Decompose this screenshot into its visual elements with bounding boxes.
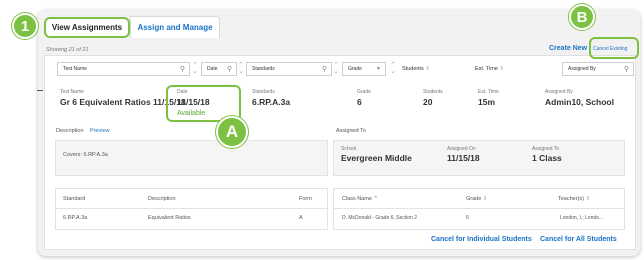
description-column-header: Description bbox=[148, 196, 176, 202]
tab-assign-and-manage[interactable]: Assign and Manage bbox=[130, 16, 220, 38]
students-label: Students bbox=[423, 89, 443, 95]
form-column-header: Form bbox=[299, 196, 312, 202]
sort-icon[interactable]: ⇕ bbox=[483, 196, 488, 202]
grade-label: Grade bbox=[357, 89, 371, 95]
class-name-column-header[interactable]: Class Name ⌃ bbox=[342, 196, 378, 202]
students-value: 20 bbox=[423, 97, 433, 107]
standards-label: Standards bbox=[252, 89, 275, 95]
create-new-link[interactable]: Create New bbox=[549, 45, 587, 52]
teachers-column-header[interactable]: Teacher(s) ⇕ bbox=[558, 196, 590, 202]
sort-icon[interactable]: ⇕ bbox=[586, 196, 591, 202]
search-icon[interactable]: ⚲ bbox=[227, 65, 232, 73]
grade-value: 6 bbox=[357, 97, 362, 107]
students-header-label: Students bbox=[402, 66, 424, 72]
assigned-by-value: Admin10, School bbox=[545, 97, 614, 107]
assigned-on-value: 11/15/18 bbox=[447, 153, 480, 163]
teachers-column-label: Teacher(s) bbox=[558, 196, 584, 202]
covers-text: Covers: 6.RP.A.3a bbox=[63, 152, 108, 158]
search-icon[interactable]: ⚲ bbox=[624, 65, 629, 73]
grade-cell: 6 bbox=[466, 215, 469, 221]
school-label: School bbox=[341, 146, 357, 152]
grade-filter[interactable]: Grade ▼ bbox=[342, 62, 386, 76]
est-time-label: Est. Time bbox=[478, 89, 499, 95]
assigned-to-label: Assigned To bbox=[532, 146, 560, 152]
search-icon[interactable]: ⚲ bbox=[322, 65, 327, 73]
standard-column-header: Standard bbox=[63, 196, 86, 202]
class-table bbox=[333, 188, 625, 230]
grade-filter-label: Grade bbox=[348, 66, 362, 72]
cancel-all-students-link[interactable]: Cancel for All Students bbox=[540, 236, 617, 243]
est-time-header[interactable]: Est. Time ⇕ bbox=[475, 66, 504, 72]
standards-table bbox=[55, 188, 328, 230]
date-filter-label: Date bbox=[207, 66, 218, 72]
standards-filter-label: Standards bbox=[252, 66, 275, 72]
tab-view-assignments[interactable]: View Assignments bbox=[44, 17, 130, 38]
grade-column-header[interactable]: Grade ⇕ bbox=[466, 196, 487, 202]
search-icon[interactable]: ⚲ bbox=[180, 65, 185, 73]
cancel-individual-students-link[interactable]: Cancel for Individual Students bbox=[431, 236, 532, 243]
divider bbox=[55, 208, 328, 209]
highlight-cancel-existing bbox=[589, 37, 639, 59]
est-time-value: 15m bbox=[478, 97, 496, 107]
est-time-header-label: Est. Time bbox=[475, 66, 498, 72]
test-name-filter[interactable]: Test Name ⚲ bbox=[57, 62, 190, 76]
preview-tab[interactable]: Preview bbox=[90, 128, 110, 134]
form-cell: A bbox=[299, 215, 303, 221]
assigned-by-filter-label: Assigned By bbox=[568, 66, 596, 72]
class-name-column-label: Class Name bbox=[342, 196, 372, 202]
sort-icon[interactable]: ⇕ bbox=[499, 66, 504, 72]
assigned-to-value: 1 Class bbox=[532, 153, 562, 163]
test-name-filter-label: Test Name bbox=[63, 66, 87, 72]
showing-count: Showing 21 of 21 bbox=[46, 47, 89, 53]
students-header[interactable]: Students ⇕ bbox=[402, 66, 430, 72]
school-value: Evergreen Middle bbox=[341, 153, 412, 163]
grade-column-label: Grade bbox=[466, 196, 482, 202]
callout-badge-a: A bbox=[216, 116, 248, 148]
assigned-by-label: Assigned By bbox=[545, 89, 573, 95]
standards-value: 6.RP.A.3a bbox=[252, 97, 291, 107]
teachers-cell: London, I.; Londo... bbox=[560, 215, 604, 221]
assigned-to-title: Assigned To bbox=[336, 128, 366, 134]
callout-badge-1: 1 bbox=[12, 13, 38, 39]
sort-icon[interactable]: ⌃ ⌄ bbox=[390, 62, 396, 75]
chevron-down-icon[interactable]: ▼ bbox=[376, 66, 381, 72]
assigned-by-filter[interactable]: Assigned By ⚲ bbox=[562, 62, 634, 76]
standards-filter[interactable]: Standards ⚲ bbox=[246, 62, 332, 76]
assigned-on-label: Assigned On bbox=[447, 146, 476, 152]
divider bbox=[333, 208, 625, 209]
class-name-cell: D. McDonald - Grade 6, Section 2 bbox=[342, 215, 418, 221]
sort-icon[interactable]: ⌃ bbox=[373, 196, 378, 202]
sort-icon[interactable]: ⌃ ⌄ bbox=[333, 62, 339, 75]
sort-icon[interactable]: ⇕ bbox=[425, 66, 430, 72]
sort-icon[interactable]: ⌃ ⌄ bbox=[238, 62, 244, 75]
date-filter[interactable]: Date ⚲ bbox=[201, 62, 237, 76]
description-box bbox=[55, 140, 328, 176]
standard-cell: 6.RP.A.3a bbox=[63, 215, 88, 221]
description-tab[interactable]: Description bbox=[56, 128, 84, 134]
sort-icon[interactable]: ⌃ ⌄ bbox=[192, 62, 198, 75]
callout-badge-b: B bbox=[569, 4, 595, 30]
collapse-icon[interactable] bbox=[37, 90, 43, 91]
test-name-label: Test Name bbox=[60, 89, 84, 95]
description-cell: Equivalent Ratios bbox=[148, 215, 191, 221]
